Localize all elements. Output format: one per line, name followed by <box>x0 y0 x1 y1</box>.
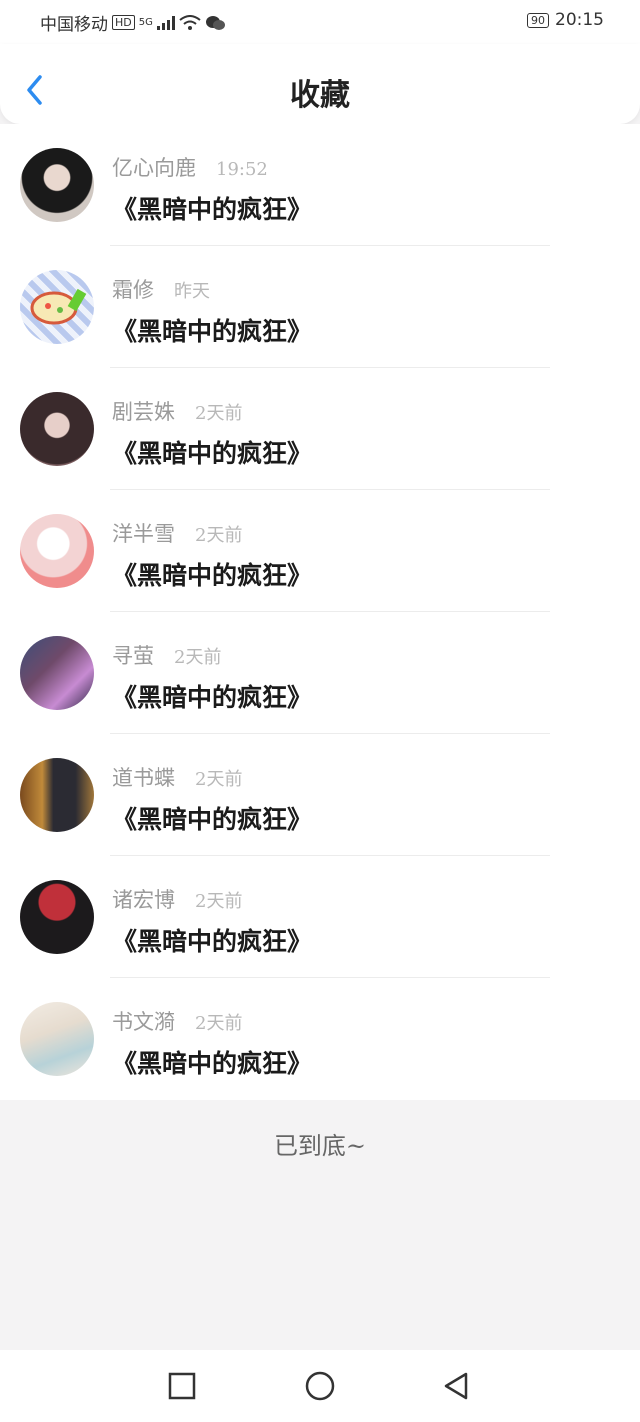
timestamp: 2天前 <box>174 647 222 668</box>
list-item[interactable]: 霜修 昨天 《黑暗中的疯狂》 <box>0 246 640 368</box>
book-title: 《黑暗中的疯狂》 <box>112 561 313 590</box>
hd-badge: HD <box>112 15 135 30</box>
avatar[interactable] <box>20 392 94 466</box>
timestamp: 2天前 <box>195 403 243 424</box>
user-name: 寻萤 <box>112 644 154 668</box>
clock: 20:15 <box>555 10 604 30</box>
network-type: 5G <box>138 17 153 28</box>
status-bar: 中国移动 HD 5G 90 20:15 <box>0 0 640 44</box>
system-nav-bar <box>0 1350 640 1422</box>
carrier-label: 中国移动 <box>40 15 108 35</box>
user-name: 书文漪 <box>112 1010 175 1034</box>
timestamp: 2天前 <box>195 891 243 912</box>
user-name: 道书蝶 <box>112 766 175 790</box>
book-title: 《黑暗中的疯狂》 <box>112 195 313 224</box>
header: 收藏 <box>0 44 640 124</box>
timestamp: 2天前 <box>195 1013 243 1034</box>
list-item[interactable]: 寻萤 2天前 《黑暗中的疯狂》 <box>0 612 640 734</box>
list-item[interactable]: 书文漪 2天前 《黑暗中的疯狂》 <box>0 978 640 1100</box>
book-title: 《黑暗中的疯狂》 <box>112 927 313 956</box>
favorites-list: 亿心向鹿 19:52 《黑暗中的疯狂》 霜修 昨天 《黑暗中的疯狂》 剧芸姝 2天前 … <box>0 124 640 1100</box>
book-title: 《黑暗中的疯狂》 <box>112 439 313 468</box>
timestamp: 2天前 <box>195 525 243 546</box>
user-name: 诸宏博 <box>112 888 175 912</box>
book-title: 《黑暗中的疯狂》 <box>112 805 313 834</box>
timestamp: 2天前 <box>195 769 243 790</box>
list-item[interactable]: 道书蝶 2天前 《黑暗中的疯狂》 <box>0 734 640 856</box>
avatar[interactable] <box>20 148 94 222</box>
avatar[interactable] <box>20 758 94 832</box>
signal-icon <box>156 15 175 30</box>
wifi-icon <box>179 14 201 30</box>
battery-icon: 90 <box>527 12 549 28</box>
timestamp: 19:52 <box>216 159 268 180</box>
status-left: 中国移动 HD 5G <box>40 10 225 35</box>
book-title: 《黑暗中的疯狂》 <box>112 1049 313 1078</box>
square-icon[interactable] <box>166 1370 198 1402</box>
avatar[interactable] <box>20 636 94 710</box>
user-name: 剧芸姝 <box>112 400 175 424</box>
status-right: 90 20:15 <box>527 10 604 30</box>
triangle-back-icon[interactable] <box>440 1370 472 1402</box>
end-of-list-label: 已到底~ <box>273 1132 367 1160</box>
book-title: 《黑暗中的疯狂》 <box>112 317 313 346</box>
book-title: 《黑暗中的疯狂》 <box>112 683 313 712</box>
user-name: 洋半雪 <box>112 522 175 546</box>
page-title: 收藏 <box>290 78 350 113</box>
avatar[interactable] <box>20 270 94 344</box>
wechat-icon <box>205 15 225 30</box>
list-item[interactable]: 洋半雪 2天前 《黑暗中的疯狂》 <box>0 490 640 612</box>
list-item[interactable]: 亿心向鹿 19:52 《黑暗中的疯狂》 <box>0 124 640 246</box>
list-item[interactable]: 剧芸姝 2天前 《黑暗中的疯狂》 <box>0 368 640 490</box>
avatar[interactable] <box>20 880 94 954</box>
avatar[interactable] <box>20 514 94 588</box>
user-name: 亿心向鹿 <box>112 156 196 180</box>
user-name: 霜修 <box>112 278 154 302</box>
list-item[interactable]: 诸宏博 2天前 《黑暗中的疯狂》 <box>0 856 640 978</box>
circle-icon[interactable] <box>304 1370 336 1402</box>
avatar[interactable] <box>20 1002 94 1076</box>
timestamp: 昨天 <box>174 281 210 302</box>
